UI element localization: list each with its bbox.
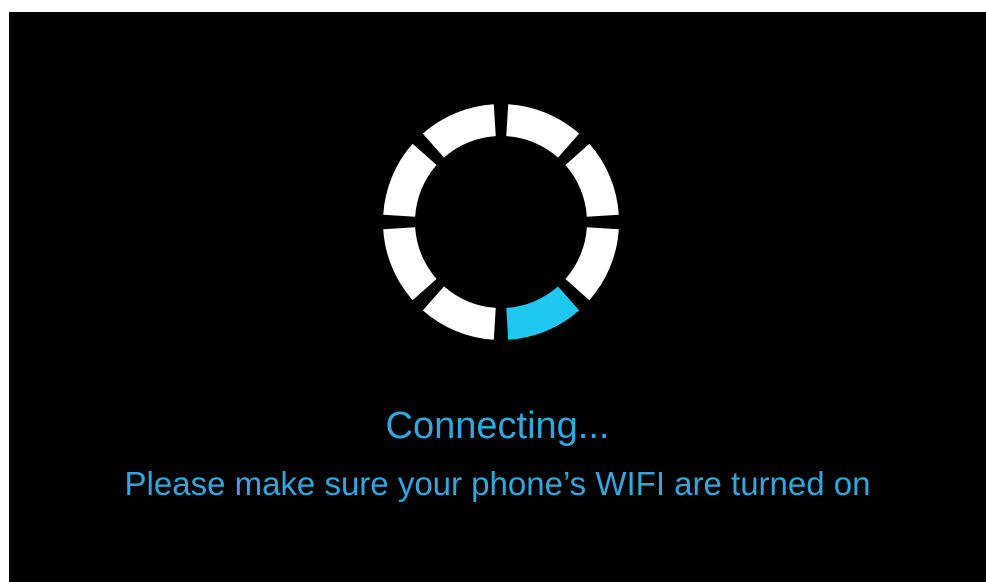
connecting-status-title: Connecting...: [385, 405, 610, 447]
spinner-segment: [565, 143, 619, 217]
spinner-segment: [506, 104, 580, 158]
connection-screen: Connecting... Please make sure your phon…: [9, 12, 986, 582]
spinner-segment: [383, 227, 437, 301]
spinner-segment: [422, 104, 496, 158]
spinner-segment: [422, 286, 496, 340]
spinner-segment: [565, 227, 619, 301]
loading-spinner: [381, 102, 621, 342]
spinner-segment: [383, 143, 437, 217]
wifi-hint-message: Please make sure your phone’s WIFI are t…: [124, 465, 871, 502]
spinner-segment-active: [506, 286, 580, 340]
loading-spinner-icon: [383, 104, 619, 340]
